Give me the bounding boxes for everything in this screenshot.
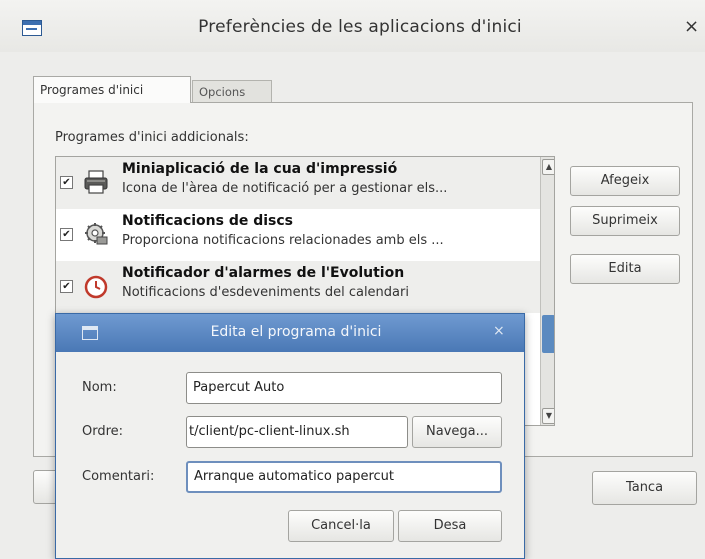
remove-button-label: Suprimeix	[592, 213, 658, 228]
add-button-label: Afegeix	[600, 173, 650, 188]
printer-icon	[83, 169, 109, 195]
dialog-close-icon[interactable]: ×	[493, 323, 505, 339]
dialog-window-icon[interactable]	[82, 326, 98, 340]
item-description: Notificacions d'esdeveniments del calend…	[122, 285, 409, 300]
edit-button[interactable]: Edita	[570, 254, 680, 284]
save-button[interactable]: Desa	[398, 510, 502, 542]
window-titlebar[interactable]: Preferències de les aplicacions d'inici …	[0, 0, 705, 52]
list-scrollbar[interactable]: ▲ ▼	[540, 157, 554, 425]
comment-label: Comentari:	[82, 469, 155, 484]
comment-field[interactable]: Arranque automatico papercut	[186, 461, 502, 493]
disk-gear-icon	[83, 221, 109, 247]
item-description: Icona de l'àrea de notificació per a ges…	[122, 181, 448, 196]
item-description: Proporciona notificacions relacionades a…	[122, 233, 444, 248]
close-button-label: Tanca	[625, 480, 664, 495]
window-title: Preferències de les aplicacions d'inici	[198, 17, 522, 37]
cancel-button-label: Cancel·la	[311, 518, 371, 533]
item-name: Notificacions de discs	[122, 213, 294, 229]
item-name: Notificador d'alarmes de l'Evolution	[122, 265, 405, 281]
browse-button-label: Navega...	[426, 424, 488, 439]
remove-button[interactable]: Suprimeix	[570, 206, 680, 236]
list-item[interactable]: ✔ Miniaplicació de la cua d'impressió Ic…	[56, 157, 540, 209]
startup-list-label: Programes d'inici addicionals:	[55, 130, 249, 145]
list-item[interactable]: ✔ Notificacions de discs Proporciona not…	[56, 209, 540, 261]
close-icon[interactable]: ×	[684, 16, 699, 37]
app-window-icon[interactable]	[22, 20, 42, 36]
edit-startup-program-dialog: Edita el programa d'inici × Nom: Papercu…	[55, 313, 525, 559]
scroll-up-icon[interactable]: ▲	[542, 159, 554, 175]
close-button[interactable]: Tanca	[592, 471, 697, 505]
scrollbar-thumb[interactable]	[542, 315, 554, 353]
name-field[interactable]: Papercut Auto	[186, 372, 502, 404]
item-checkbox[interactable]: ✔	[60, 228, 73, 241]
tab-options[interactable]: Opcions	[192, 80, 272, 102]
dialog-title: Edita el programa d'inici	[210, 324, 382, 340]
scroll-down-icon[interactable]: ▼	[542, 408, 554, 424]
add-button[interactable]: Afegeix	[570, 166, 680, 196]
save-button-label: Desa	[433, 518, 467, 533]
name-label: Nom:	[82, 380, 117, 395]
tab-startup-programs[interactable]: Programes d'inici	[33, 76, 191, 103]
dialog-titlebar[interactable]: Edita el programa d'inici ×	[56, 314, 524, 352]
item-name: Miniaplicació de la cua d'impressió	[122, 161, 398, 177]
browse-button[interactable]: Navega...	[412, 416, 502, 448]
command-field[interactable]: t/client/pc-client-linux.sh	[186, 416, 408, 448]
edit-button-label: Edita	[608, 261, 642, 276]
item-checkbox[interactable]: ✔	[60, 176, 73, 189]
list-item[interactable]: ✔ Notificador d'alarmes de l'Evolution N…	[56, 261, 540, 313]
cancel-button[interactable]: Cancel·la	[288, 510, 394, 542]
item-checkbox[interactable]: ✔	[60, 280, 73, 293]
startup-preferences-window: Preferències de les aplicacions d'inici …	[0, 0, 705, 559]
alarm-clock-icon	[83, 273, 109, 299]
command-label: Ordre:	[82, 424, 124, 439]
